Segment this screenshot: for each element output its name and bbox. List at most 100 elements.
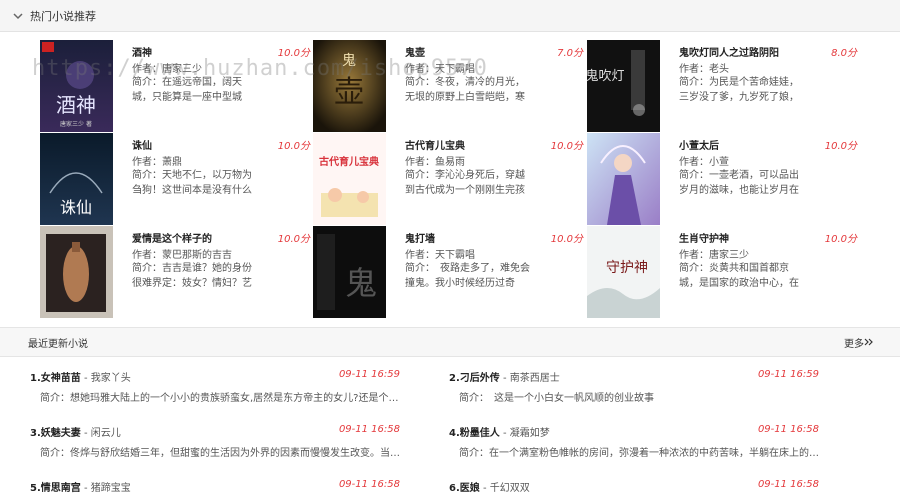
- book-title[interactable]: 鬼打墙: [405, 230, 435, 245]
- update-title-line[interactable]: 2.刁后外传 - 南茶西居士: [449, 369, 560, 384]
- book-card[interactable]: 诛仙 诛仙 10.0分 作者：萧鼎 简介：天地不仁，以万物为刍狗！这世间本是没有…: [40, 133, 310, 225]
- update-time: 09-11 16:58: [338, 424, 400, 435]
- book-author: 作者：蒙巴那斯的吉吉: [132, 250, 232, 261]
- update-item[interactable]: 4.粉墨佳人 - 凝霜如梦 09-11 16:58 简介：在一个满室粉色帷帐的房…: [449, 424, 819, 464]
- update-author: 我家丫头: [90, 373, 131, 384]
- svg-text:酒神: 酒神: [56, 93, 96, 117]
- svg-text:古代育儿宝典: 古代育儿宝典: [319, 155, 379, 168]
- book-title[interactable]: 爱情是这个样子的: [132, 230, 212, 245]
- chevron-down-icon[interactable]: [12, 10, 24, 22]
- update-title-line[interactable]: 5.情思南宫 - 猪蹄宝宝: [30, 479, 131, 494]
- book-title[interactable]: 酒神: [132, 44, 152, 59]
- book-title[interactable]: 鬼吹灯同人之过路阴阳: [679, 44, 779, 59]
- book-score: 10.0分: [277, 141, 310, 152]
- recent-section-title: 最近更新小说: [28, 338, 88, 350]
- update-title[interactable]: 妖魅夫妻: [41, 428, 81, 439]
- book-score: 10.0分: [824, 234, 857, 245]
- update-title-line[interactable]: 6.医娘 - 千幻双双: [449, 479, 530, 494]
- update-title-line[interactable]: 4.粉墨佳人 - 凝霜如梦: [449, 424, 550, 439]
- book-card[interactable]: 古代育儿宝典 古代育儿宝典 10.0分 作者：鱼易雨 简介：李沁沁身死后，穿越到…: [313, 133, 583, 225]
- update-time: 09-11 16:59: [757, 369, 819, 380]
- book-cover[interactable]: 鬼 壶: [313, 40, 386, 132]
- svg-text:唐家三少 著: 唐家三少 著: [60, 120, 92, 128]
- recent-section-header: 最近更新小说 更多: [0, 327, 900, 357]
- double-chevron-right-icon[interactable]: [864, 337, 874, 347]
- book-author: 作者：鱼易雨: [405, 157, 465, 168]
- book-intro: 简介：吉吉是谁？她的身份很难界定：妓女？情妇？艺: [132, 263, 252, 289]
- book-cover[interactable]: [587, 133, 660, 225]
- svg-text:诛仙: 诛仙: [60, 198, 92, 217]
- more-link[interactable]: 更多: [844, 335, 874, 350]
- update-title-line[interactable]: 3.妖魅夫妻 - 闲云儿: [30, 424, 121, 439]
- book-intro: 简介：一壶老酒，可以品出岁月的滋味，也能让岁月在: [679, 170, 799, 196]
- book-score: 7.0分: [557, 48, 583, 59]
- book-author: 作者：老头: [679, 64, 729, 75]
- update-intro: 简介：想她玛雅大陆上的一个小小的贵族骄蛮女,居然是东方帝主的女儿?还是个被...: [40, 393, 400, 404]
- book-cover[interactable]: 诛仙: [40, 133, 113, 225]
- update-author: 千幻双双: [489, 483, 530, 494]
- book-cover[interactable]: 鬼: [313, 226, 386, 318]
- book-cover[interactable]: 酒神 唐家三少 著: [40, 40, 113, 132]
- update-title[interactable]: 医娘: [460, 483, 480, 494]
- update-author: 凝霜如梦: [509, 428, 550, 439]
- book-score: 10.0分: [277, 234, 310, 245]
- update-time: 09-11 16:59: [338, 369, 400, 380]
- update-time: 09-11 16:58: [338, 479, 400, 490]
- book-card[interactable]: 酒神 唐家三少 著 酒神 10.0分 作者：唐家三少 简介：在遥远帝国，阔天城，…: [40, 40, 310, 132]
- book-card[interactable]: 守护神 生肖守护神 10.0分 作者：唐家三少 简介：炎黄共和国首都京城，是国家…: [587, 226, 857, 318]
- update-title[interactable]: 情思南宫: [41, 483, 81, 494]
- hot-books-grid: 酒神 唐家三少 著 酒神 10.0分 作者：唐家三少 简介：在遥远帝国，阔天城，…: [0, 36, 900, 321]
- book-card[interactable]: 小萱太后 10.0分 作者：小萱 简介：一壶老酒，可以品出岁月的滋味，也能让岁月…: [587, 133, 857, 225]
- book-intro: 简介：炎黄共和国首都京城，是国家的政治中心，在: [679, 263, 799, 289]
- book-card[interactable]: 鬼吹灯 鬼吹灯同人之过路阴阳 8.0分 作者：老头 简介：为民是个苦命娃娃，三岁…: [587, 40, 857, 132]
- book-author: 作者：唐家三少: [132, 64, 202, 75]
- update-author: 南茶西居士: [509, 373, 560, 384]
- book-score: 10.0分: [550, 234, 583, 245]
- svg-text:壶: 壶: [334, 75, 364, 110]
- svg-text:守护神: 守护神: [606, 260, 648, 276]
- book-score: 10.0分: [550, 141, 583, 152]
- book-title[interactable]: 鬼壶: [405, 44, 425, 59]
- book-author: 作者：萧鼎: [132, 157, 182, 168]
- update-item[interactable]: 6.医娘 - 千幻双双 09-11 16:58: [449, 479, 819, 497]
- book-card[interactable]: 鬼 鬼打墙 10.0分 作者：天下霸唱 简介： 夜路走多了，难免会撞鬼。我小时候…: [313, 226, 583, 318]
- update-item[interactable]: 5.情思南宫 - 猪蹄宝宝 09-11 16:58: [30, 479, 400, 497]
- book-title[interactable]: 古代育儿宝典: [405, 137, 465, 152]
- book-title[interactable]: 小萱太后: [679, 137, 719, 152]
- book-cover[interactable]: [40, 226, 113, 318]
- book-intro: 简介：李沁沁身死后，穿越到古代成为一个刚刚生完孩: [405, 170, 525, 196]
- book-intro: 简介：冬夜，清冷的月光，无垠的原野上白雪皑皑，寒: [405, 77, 525, 103]
- book-author: 作者：天下霸唱: [405, 250, 475, 261]
- svg-text:鬼: 鬼: [342, 53, 356, 69]
- book-card[interactable]: 爱情是这个样子的 10.0分 作者：蒙巴那斯的吉吉 简介：吉吉是谁？她的身份很难…: [40, 226, 310, 318]
- book-title[interactable]: 诛仙: [132, 137, 152, 152]
- book-cover[interactable]: 守护神: [587, 226, 660, 318]
- book-author: 作者：天下霸唱: [405, 64, 475, 75]
- update-intro: 简介：佟烨与舒欣结婚三年，但甜蜜的生活因为外界的因素而慢慢发生改变。当佟...: [40, 448, 400, 459]
- update-author: 闲云儿: [90, 428, 121, 439]
- book-author: 作者：小萱: [679, 157, 729, 168]
- update-intro: 简介： 这是一个小白女一帆风顺的创业故事: [459, 393, 654, 404]
- update-title[interactable]: 粉墨佳人: [460, 428, 500, 439]
- update-title[interactable]: 女神苗苗: [41, 373, 81, 384]
- hot-section-title: 热门小说推荐: [30, 9, 96, 23]
- update-title[interactable]: 刁后外传: [460, 373, 500, 384]
- book-title[interactable]: 生肖守护神: [679, 230, 729, 245]
- book-intro: 简介：在遥远帝国，阔天城，只能算是一座中型城市，但: [132, 77, 242, 103]
- update-time: 09-11 16:58: [757, 479, 819, 490]
- book-cover[interactable]: 古代育儿宝典: [313, 133, 386, 225]
- update-title-line[interactable]: 1.女神苗苗 - 我家丫头: [30, 369, 131, 384]
- hot-section-header: 热门小说推荐: [0, 0, 900, 32]
- update-item[interactable]: 1.女神苗苗 - 我家丫头 09-11 16:59 简介：想她玛雅大陆上的一个小…: [30, 369, 400, 409]
- book-card[interactable]: 鬼 壶 鬼壶 7.0分 作者：天下霸唱 简介：冬夜，清冷的月光，无垠的原野上白雪…: [313, 40, 583, 132]
- book-score: 8.0分: [831, 48, 857, 59]
- book-cover[interactable]: 鬼吹灯: [587, 40, 660, 132]
- book-intro: 简介：为民是个苦命娃娃，三岁没了爹，九岁死了娘，: [679, 77, 799, 103]
- update-item[interactable]: 3.妖魅夫妻 - 闲云儿 09-11 16:58 简介：佟烨与舒欣结婚三年，但甜…: [30, 424, 400, 464]
- svg-text:鬼吹灯: 鬼吹灯: [587, 68, 625, 84]
- update-author: 猪蹄宝宝: [90, 483, 131, 494]
- update-item[interactable]: 2.刁后外传 - 南茶西居士 09-11 16:59 简介： 这是一个小白女一帆…: [449, 369, 819, 409]
- svg-text:鬼: 鬼: [345, 264, 377, 302]
- book-intro: 简介： 夜路走多了，难免会撞鬼。我小时候经历过奇: [405, 263, 530, 289]
- more-label[interactable]: 更多: [844, 335, 864, 350]
